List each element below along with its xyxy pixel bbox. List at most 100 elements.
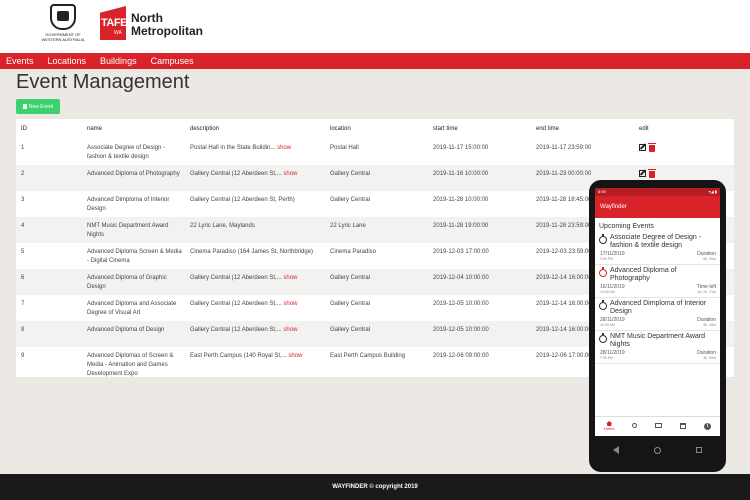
cell-name: Advanced Diploma of Graphic Design (82, 269, 185, 295)
status-time: 8:59 (598, 189, 606, 194)
back-icon[interactable] (612, 446, 619, 454)
cell-location: Postal Hall (330, 145, 359, 151)
event-timeleft-value: 6d, 2h, 21m (697, 290, 716, 294)
bottom-nav-search[interactable] (632, 423, 638, 430)
tafe-logo: TAFE WA (100, 6, 127, 40)
event-name: Advanced Diploma of Photography (610, 267, 677, 282)
timer-icon (599, 267, 607, 277)
cell-start: 2019-12-03 17:00:00 (433, 249, 489, 255)
cell-id: 4 (16, 217, 82, 243)
cell-start: 2019-12-06 09:00:00 (433, 353, 489, 359)
timer-icon (599, 234, 607, 244)
cell-description: Postal Hall in the State Buildin... show (185, 139, 325, 165)
nav-campuses[interactable]: Campuses (151, 56, 194, 66)
cell-start: 2019-11-28 19:00:00 (428, 217, 531, 243)
cell-description: Gallery Central (12 Aberdeen St, Perth) (190, 197, 295, 203)
event-card[interactable]: NMT Music Department Award Nights 28/11/… (595, 331, 720, 364)
cell-end: 2019-11-17 23:59:00 (536, 145, 592, 151)
event-card[interactable]: Advanced Dimploma of Interior Design 28/… (595, 298, 720, 331)
cell-id: 8 (16, 321, 82, 347)
android-home-icon[interactable] (653, 446, 661, 454)
col-id-header: ID (21, 126, 27, 132)
bottom-nav-calendar[interactable] (680, 422, 687, 431)
cell-location: East Perth Campus Building (330, 353, 406, 359)
cell-name: Advanced Diplomas of Screen & Media - An… (87, 353, 174, 377)
cell-name: Advanced Diploma of Design (82, 321, 185, 347)
cell-name: Advanced Diploma of Photography (82, 165, 185, 191)
edit-icon[interactable] (639, 144, 646, 151)
cell-start: 2019-11-16 10:00:00 (428, 165, 531, 191)
tafe-word: TAFE (101, 17, 127, 29)
phone-status-bar: 8:59 ▾◢ ▮ (595, 188, 720, 196)
timer-icon (599, 300, 607, 310)
cell-name: Associate Degree of Design - fashion & t… (87, 145, 166, 160)
nav-buildings[interactable]: Buildings (100, 56, 137, 66)
cell-id: 1 (21, 145, 25, 151)
main-nav: Events Locations Buildings Campuses (0, 53, 750, 69)
cell-id: 3 (21, 197, 25, 203)
show-link[interactable]: show (277, 145, 291, 151)
event-time: 7:00 PM (600, 356, 614, 360)
description-text: Gallery Central (12 Aberdeen St,... (190, 171, 282, 177)
col-name-header: name (87, 126, 103, 132)
show-link[interactable]: show (283, 301, 297, 307)
nav-locations[interactable]: Locations (48, 56, 87, 66)
show-link[interactable]: show (283, 171, 297, 177)
home-label: Home (603, 426, 615, 431)
new-event-button[interactable]: New Event (16, 99, 60, 114)
upcoming-events-title: Upcoming Events (599, 223, 654, 230)
info-icon: i (704, 423, 712, 430)
event-name: Advanced Dimploma of Interior Design (610, 300, 707, 315)
trash-icon[interactable] (648, 143, 656, 152)
event-time: 10:00 AM (600, 323, 615, 327)
gov-logo-text: GOVERNMENT OF WESTERN AUSTRALIA (41, 32, 85, 42)
app-title: Wayfinder (600, 204, 627, 210)
recent-apps-icon[interactable] (696, 447, 703, 453)
site-header: GOVERNMENT OF WESTERN AUSTRALIA TAFE WA … (0, 0, 750, 53)
event-time: 3:00 PM (600, 257, 614, 261)
home-icon (606, 421, 613, 426)
trash-icon[interactable] (648, 169, 656, 178)
event-duration-value: 8h, 45m (703, 323, 716, 327)
event-card[interactable]: Advanced Diploma of Photography 16/11/20… (595, 265, 720, 298)
cell-description: 22 Lyric Lane, Maylands (185, 217, 325, 243)
bottom-nav-home[interactable]: Home (604, 421, 615, 432)
description-text: Postal Hall in the State Buildin... (190, 145, 276, 151)
cell-name: Advanced Diploma Screen & Media - Digita… (87, 249, 182, 264)
show-link[interactable]: show (283, 275, 297, 281)
cell-start: 2019-12-05 10:00:00 (433, 301, 489, 307)
nav-events[interactable]: Events (6, 56, 34, 66)
cell-name: NMT Music Department Award Nights (82, 217, 185, 243)
status-icons: ▾◢ ▮ (708, 189, 717, 194)
cell-name: Advanced Diploma and Associate Degree of… (87, 301, 177, 316)
show-link[interactable]: show (283, 327, 297, 333)
description-text: Gallery Central (12 Aberdeen St,... (190, 327, 282, 333)
cell-location: Gallery Central (325, 269, 428, 295)
search-icon (632, 423, 638, 428)
edit-icon[interactable] (639, 170, 646, 177)
document-icon (22, 104, 27, 109)
calendar-icon (680, 422, 687, 429)
brand-line-2: Metropolitan (131, 24, 203, 38)
event-duration-value: 8h, 59m (703, 257, 716, 261)
bottom-nav-info[interactable]: i (704, 423, 712, 430)
cell-description: Gallery Central (12 Aberdeen St,... show (185, 165, 325, 191)
event-card[interactable]: Associate Degree of Design - fashion & t… (595, 232, 720, 265)
description-text: East Perth Campus (140 Royal St,... (190, 353, 287, 359)
app-bar: Wayfinder (595, 196, 720, 218)
app-bottom-nav: Home i (595, 416, 720, 436)
bottom-nav-map[interactable] (655, 423, 663, 430)
cell-id: 5 (21, 249, 25, 255)
android-nav-bar (595, 436, 720, 464)
phone-screen: 8:59 ▾◢ ▮ Wayfinder Upcoming Events Asso… (595, 188, 720, 464)
cell-location: Gallery Central (325, 165, 428, 191)
government-wa-logo: GOVERNMENT OF WESTERN AUSTRALIA (38, 4, 88, 50)
event-name: Associate Degree of Design - fashion & t… (610, 234, 702, 249)
cell-id: 2 (16, 165, 82, 191)
brand-name: North Metropolitan (131, 12, 203, 38)
show-link[interactable]: show (288, 353, 302, 359)
phone-mockup: 8:59 ▾◢ ▮ Wayfinder Upcoming Events Asso… (589, 180, 726, 472)
cell-location: Gallery Central (325, 321, 428, 347)
cell-location: 22 Lyric Lane (325, 217, 428, 243)
footer-text: WAYFINDER © copyright 2019 (332, 484, 418, 490)
